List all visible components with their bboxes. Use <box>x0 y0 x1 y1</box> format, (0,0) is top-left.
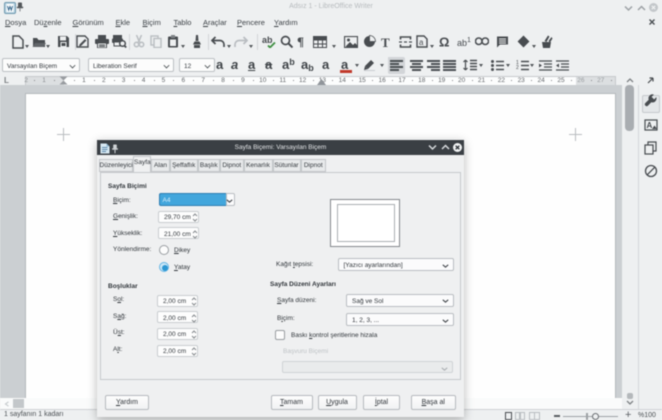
svg-text:A: A <box>647 121 653 130</box>
svg-text:a: a <box>419 38 424 47</box>
svg-text:ab: ab <box>457 38 467 48</box>
svg-text:Ω: Ω <box>439 35 449 48</box>
svg-text:2: 2 <box>516 65 519 71</box>
svg-text:¶: ¶ <box>297 35 304 48</box>
svg-text:T: T <box>381 36 390 48</box>
svg-text:1: 1 <box>467 37 471 44</box>
svg-text:ab: ab <box>262 35 273 45</box>
